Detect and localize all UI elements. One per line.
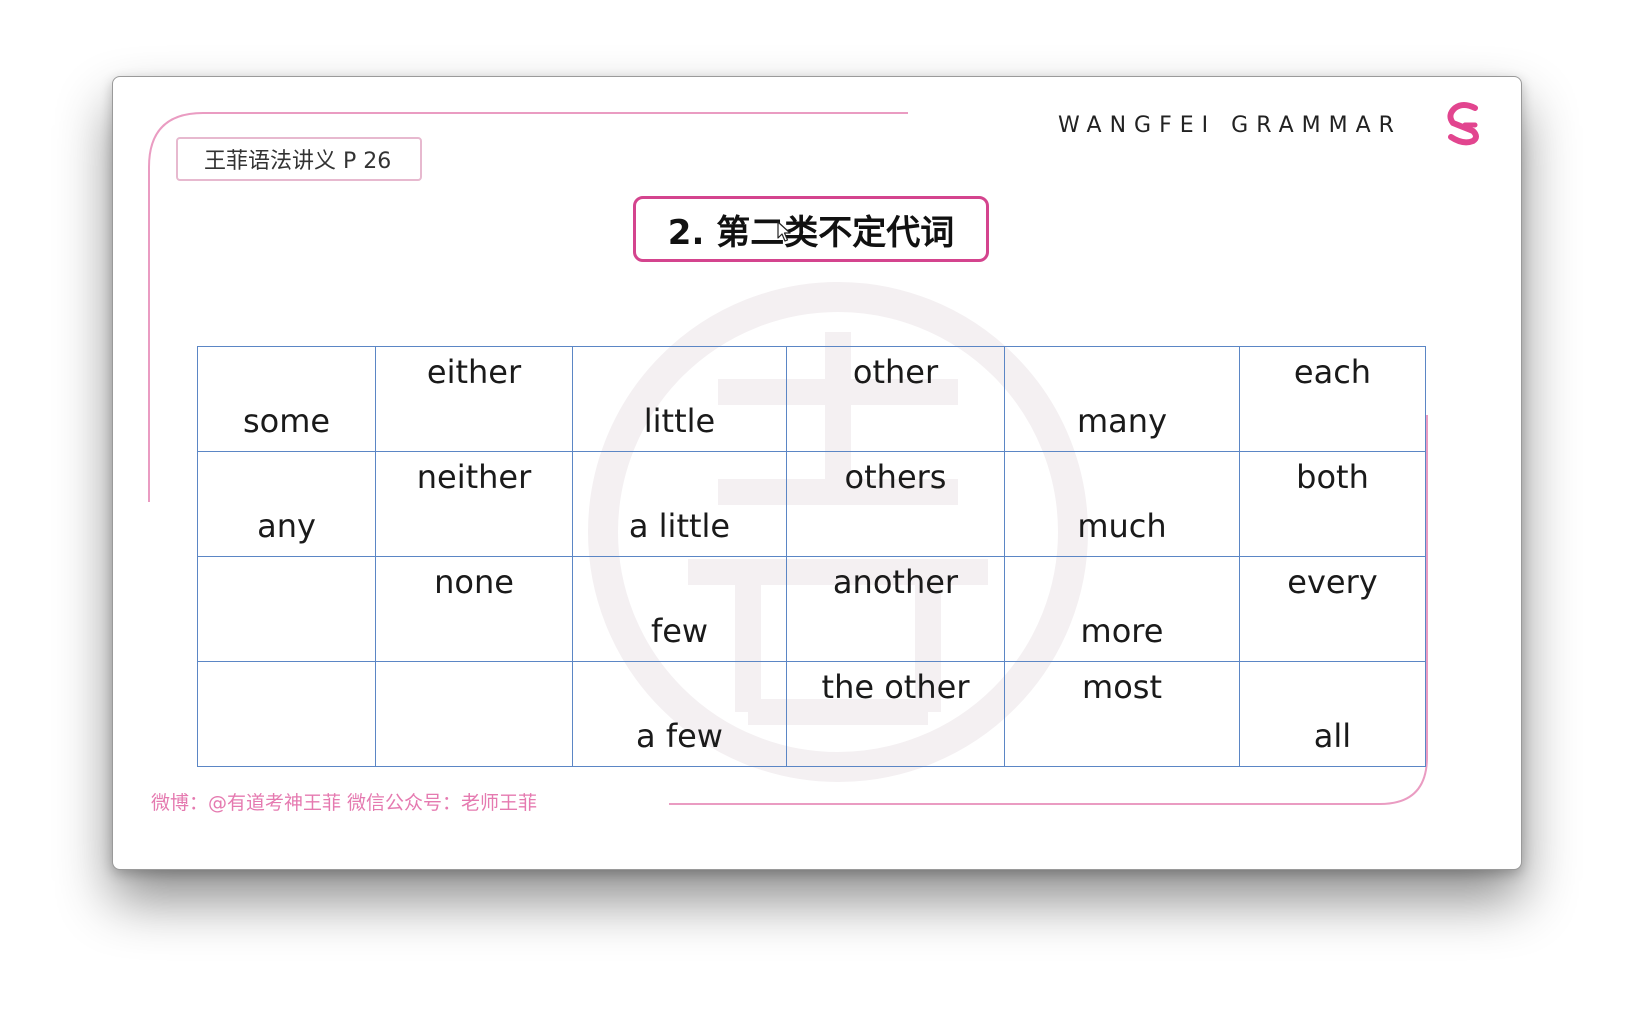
- cell-text: another: [832, 563, 959, 601]
- table-cell: every: [1239, 556, 1426, 662]
- table-row: none few another more every: [197, 556, 1426, 662]
- table-cell: [375, 661, 573, 767]
- table-cell: more: [1004, 556, 1240, 662]
- table-row: a few the other most all: [197, 661, 1426, 767]
- video-frame: 王菲语法讲义 P 26 WANGFEI GRAMMAR 2. 第二类不定代词 s…: [112, 76, 1522, 870]
- indefinite-pronoun-table: some either little other many each any n…: [197, 346, 1426, 767]
- cell-text: either: [426, 353, 522, 391]
- cell-text: both: [1296, 458, 1369, 496]
- cell-text: many: [1077, 402, 1167, 440]
- page-reference-text: 王菲语法讲义 P 26: [204, 149, 392, 174]
- cell-text: much: [1077, 507, 1167, 545]
- screen: 王菲语法讲义 P 26 WANGFEI GRAMMAR 2. 第二类不定代词 s…: [0, 0, 1632, 1016]
- table-cell: much: [1004, 451, 1240, 557]
- mouse-cursor-icon: [777, 221, 791, 242]
- cell-text: all: [1313, 717, 1352, 755]
- section-title: 2. 第二类不定代词: [633, 196, 989, 262]
- table-cell: other: [786, 346, 1005, 452]
- cell-text: some: [242, 402, 331, 440]
- cell-text: none: [434, 563, 514, 601]
- table-row: some either little other many each: [197, 346, 1426, 452]
- cell-text: others: [844, 458, 947, 496]
- table-cell: most: [1004, 661, 1240, 767]
- brand-name: WANGFEI GRAMMAR: [1058, 112, 1402, 138]
- grammar-slide: 王菲语法讲义 P 26 WANGFEI GRAMMAR 2. 第二类不定代词 s…: [113, 77, 1521, 869]
- page-reference-box: 王菲语法讲义 P 26: [176, 137, 422, 181]
- table-cell: any: [197, 451, 376, 557]
- cell-text: little: [643, 402, 716, 440]
- cell-text: each: [1293, 353, 1372, 391]
- table-cell: each: [1239, 346, 1426, 452]
- table-cell: neither: [375, 451, 573, 557]
- table-cell: none: [375, 556, 573, 662]
- pink-g-logo-icon: [1447, 102, 1479, 146]
- table-cell: many: [1004, 346, 1240, 452]
- cell-text: few: [650, 612, 709, 650]
- table-cell: others: [786, 451, 1005, 557]
- table-cell: all: [1239, 661, 1426, 767]
- table-cell: either: [375, 346, 573, 452]
- table-row: any neither a little others much both: [197, 451, 1426, 557]
- table-cell: another: [786, 556, 1005, 662]
- table-cell: both: [1239, 451, 1426, 557]
- table-cell: the other: [786, 661, 1005, 767]
- cell-text: most: [1082, 668, 1162, 706]
- cell-text: a little: [628, 507, 731, 545]
- cell-text: a few: [636, 717, 723, 755]
- footer-social-text: 微博：@有道考神王菲 微信公众号：老师王菲: [151, 792, 538, 814]
- cell-text: other: [852, 353, 939, 391]
- table-cell: some: [197, 346, 376, 452]
- cell-text: any: [257, 507, 316, 545]
- table-cell: [197, 556, 376, 662]
- cell-text: more: [1080, 612, 1164, 650]
- table-cell: a little: [572, 451, 787, 557]
- table-cell: a few: [572, 661, 787, 767]
- table-cell: little: [572, 346, 787, 452]
- table-cell: few: [572, 556, 787, 662]
- table-cell: [197, 661, 376, 767]
- cell-text: the other: [821, 668, 970, 706]
- cell-text: every: [1287, 563, 1378, 601]
- cell-text: neither: [416, 458, 532, 496]
